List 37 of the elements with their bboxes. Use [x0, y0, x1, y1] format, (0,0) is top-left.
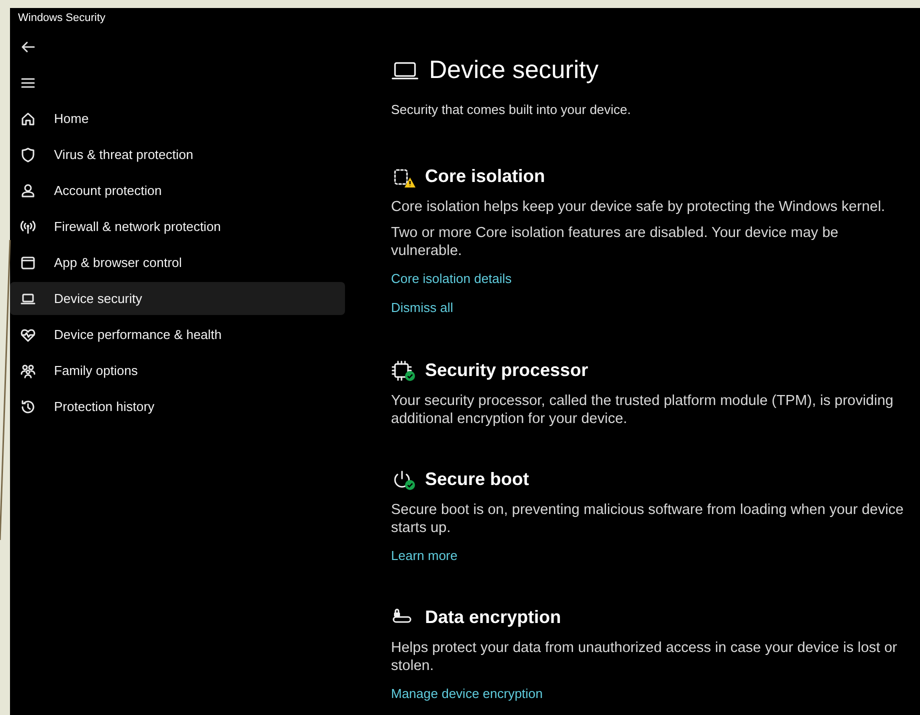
section-title: Data encryption	[425, 606, 562, 629]
link[interactable]: Core isolation details	[391, 269, 512, 288]
processor-icon	[391, 360, 413, 382]
section-title: Core isolation	[425, 165, 546, 188]
home-icon	[20, 110, 36, 126]
nav-item[interactable]: Family options	[10, 354, 345, 387]
people-icon	[20, 362, 36, 378]
page-title: Device security	[429, 55, 598, 86]
back-icon	[21, 41, 35, 53]
section-title: Secure boot	[425, 468, 530, 491]
nav-item[interactable]: Firewall & network protection	[10, 210, 345, 243]
heart-pulse-icon	[20, 326, 36, 342]
shield-icon	[20, 146, 36, 162]
section-description: Your security processor, called the trusted platform module (TPM), is providing additional encryption for your device.	[391, 392, 894, 428]
nav-item[interactable]: Virus & threat protection	[10, 138, 345, 171]
antenna-icon	[20, 218, 36, 234]
link[interactable]: Dismiss all	[391, 298, 454, 317]
section-description: Secure boot is on, preventing malicious software from loading when your device starts up.	[391, 501, 905, 537]
nav-item[interactable]: Protection history	[10, 390, 345, 423]
nav-item[interactable]: Device security	[10, 282, 345, 315]
nav-item[interactable]: App & browser control	[10, 246, 345, 279]
nav-item[interactable]: Home	[10, 102, 345, 135]
page-subtitle: Security that comes built into your device.	[391, 100, 632, 119]
section-description: Two or more Core isolation features are disabled. Your device may be vulnerable.	[391, 224, 840, 260]
history-icon	[20, 398, 36, 414]
window-icon	[20, 254, 36, 270]
section-title: Security processor	[425, 359, 588, 382]
section-description: Helps protect your data from unauthorized access in case your device is lost or stolen.	[391, 638, 898, 674]
link[interactable]: Manage device encryption	[391, 684, 543, 703]
person-icon	[20, 182, 36, 198]
nav-item[interactable]: Account protection	[10, 174, 345, 207]
nav-item[interactable]: Device performance & health	[10, 318, 345, 351]
link[interactable]: Learn more	[391, 546, 458, 566]
laptop-icon	[391, 60, 419, 82]
window-title: Windows Security	[17, 11, 106, 26]
section-description: Core isolation helps keep your device safe by protecting the Windows kernel.	[391, 198, 886, 216]
menu-icon	[21, 77, 35, 89]
